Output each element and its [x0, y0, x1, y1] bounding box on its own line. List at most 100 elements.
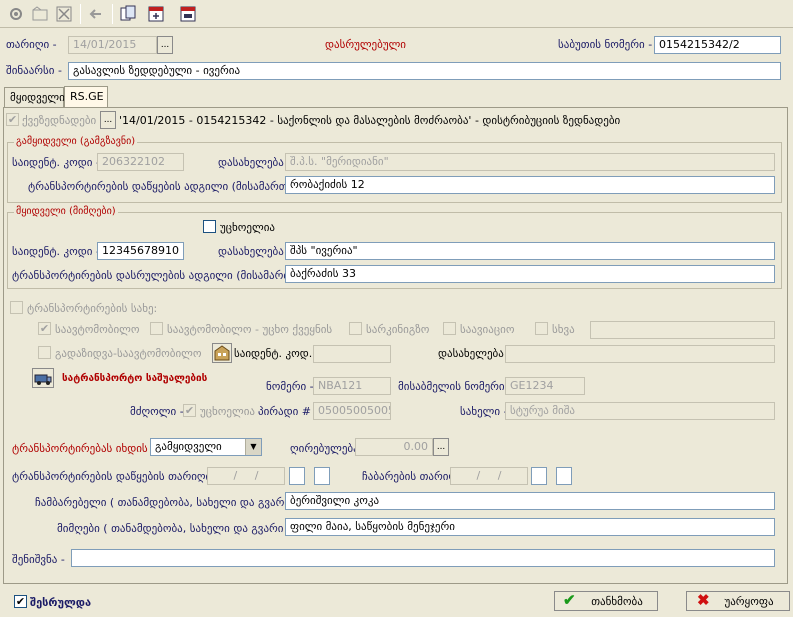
- waybill-checkbox[interactable]: ✔: [6, 113, 19, 126]
- seller-name-label: დასახელება -: [218, 156, 292, 169]
- vehicle-title: სატრანსპორტო საშუალების: [62, 373, 208, 384]
- handed-label: ჩამბარებელი ( თანამდებობა, სახელი და გვა…: [35, 496, 306, 509]
- opt-rail-checkbox[interactable]: [349, 322, 362, 335]
- trailer-name-field: [505, 345, 775, 363]
- add-document-icon[interactable]: [146, 4, 166, 24]
- opt-auto-foreign-checkbox[interactable]: [150, 322, 163, 335]
- received-field[interactable]: ფილი მაია, საწყობის მენეჯერი: [285, 518, 775, 536]
- trailer-tax-field: [313, 345, 391, 363]
- transport-type-checkbox[interactable]: [10, 301, 23, 314]
- doc-number-field[interactable]: 0154215342/2: [654, 36, 781, 54]
- trailer-number-field: GE1234: [505, 377, 585, 395]
- waybill-picker-button[interactable]: ...: [100, 111, 116, 129]
- cost-payer-select[interactable]: გამყიდველი ▼: [150, 438, 262, 456]
- chevron-down-icon[interactable]: ▼: [245, 439, 261, 455]
- buyer-foreign-label: უცხოელია: [220, 221, 275, 234]
- cost-picker-button[interactable]: ...: [433, 438, 449, 456]
- opt-other-checkbox[interactable]: [535, 322, 548, 335]
- opt-trailer-label: გადაზიდვა-საავტომობილო: [55, 347, 202, 360]
- cost-field: 0.00: [355, 438, 433, 456]
- buyer-foreign-checkbox[interactable]: [203, 220, 216, 233]
- check-icon: ✔: [563, 592, 576, 609]
- personal-no-label: პირადი # -: [258, 405, 319, 418]
- open-folder-icon[interactable]: [30, 4, 50, 24]
- ok-button-label: თანხმობა: [591, 596, 643, 608]
- driver-name-field: სტურუა მიშა: [505, 402, 775, 420]
- done-checkbox[interactable]: ✔: [14, 595, 27, 608]
- cost-payer-value: გამყიდველი: [155, 440, 222, 453]
- date-label: თარიღი -: [6, 38, 57, 51]
- opt-air-label: საავიაციო: [460, 323, 515, 336]
- received-label: მიმღები ( თანამდებობა, სახელი და გვარი )…: [57, 522, 299, 535]
- opt-other-field: [590, 321, 775, 339]
- copy-document-icon[interactable]: [118, 4, 138, 24]
- opt-auto-label: საავტომობილო: [55, 323, 140, 336]
- status-text: დასრულებული: [325, 38, 406, 51]
- buyer-name-label: დასახელება -: [218, 245, 292, 258]
- ok-button[interactable]: ✔ თანხმობა: [554, 591, 658, 611]
- cancel-button-label: უარყოფა: [724, 596, 774, 608]
- delivery-hour-field[interactable]: [531, 467, 547, 485]
- vehicle-number-label: ნომერი -: [266, 380, 314, 393]
- trailer-name-label: დასახელება -: [438, 347, 512, 360]
- close-icon: ✖: [697, 592, 710, 609]
- start-date-field: / /: [207, 467, 285, 485]
- done-label: შესრულდა: [30, 596, 92, 609]
- buyer-group-title: მყიდველი (მიმღები): [14, 206, 118, 217]
- print-document-icon[interactable]: [178, 4, 198, 24]
- seller-tax-label: საიდენტ. კოდი -: [12, 156, 100, 169]
- opt-other-label: სხვა: [552, 323, 575, 336]
- cost-payer-label: ტრანსპორტირებას იხდის -: [12, 442, 156, 455]
- note-field[interactable]: გასავლის ზედდებული - ივერია: [68, 62, 781, 80]
- building-icon[interactable]: [212, 343, 232, 363]
- remark-label: შენიშვნა -: [12, 553, 65, 566]
- tab-rsge[interactable]: RS.GE: [64, 86, 108, 108]
- buyer-address-field[interactable]: ბაქრაძის 33: [285, 265, 775, 283]
- delete-icon[interactable]: [54, 4, 74, 24]
- opt-air-checkbox[interactable]: [443, 322, 456, 335]
- note-label: შინაარსი -: [6, 64, 62, 77]
- buyer-address-label: ტრანსპორტირების დასრულების ადგილი (მისამ…: [12, 269, 310, 282]
- seller-group-title: გამყიდველი (გამგზავნი): [14, 136, 138, 147]
- start-hour-field[interactable]: [289, 467, 305, 485]
- waybill-checkbox-label: ქვეზედნადები: [22, 114, 97, 127]
- seller-name-field: შ.პ.ს. "მერიდიანი": [285, 153, 775, 171]
- trailer-tax-label: საიდენტ. კოდ...: [234, 347, 320, 360]
- opt-auto-foreign-label: საავტომობილო - უცხო ქვეყნის: [167, 323, 333, 336]
- seller-address-field[interactable]: რობაქიძის 12: [285, 176, 775, 194]
- driver-foreign-label: უცხოელია: [200, 405, 255, 418]
- personal-no-field: 05005005005: [313, 402, 391, 420]
- toolbar: [0, 0, 793, 28]
- driver-label: მძღოლი -: [130, 405, 184, 418]
- vehicle-icon[interactable]: [32, 368, 54, 388]
- transport-type-label: ტრანსპორტირების სახე:: [27, 302, 158, 315]
- seller-address-label: ტრანსპორტირების დაწყების ადგილი (მისამარ…: [28, 180, 306, 193]
- date-field: 14/01/2015: [68, 36, 157, 54]
- opt-auto-checkbox[interactable]: ✔: [38, 322, 51, 335]
- tab-buyer[interactable]: მყიდველი: [4, 87, 65, 107]
- seller-tax-field: 206322102: [97, 153, 184, 171]
- waybill-text: '14/01/2015 - 0154215342 - საქონლის და მ…: [119, 114, 621, 127]
- handed-field[interactable]: ბერიშვილი კოკა: [285, 492, 775, 510]
- start-date-label: ტრანსპორტირების დაწყების თარიღი -: [12, 470, 219, 483]
- toolbar-separator: [112, 4, 113, 24]
- buyer-tax-label: საიდენტ. კოდი -: [12, 245, 100, 258]
- trailer-number-label: მისაბმელის ნომერი -: [398, 380, 513, 393]
- driver-name-label: სახელი -: [460, 405, 508, 418]
- vehicle-number-field: NBA121: [313, 377, 391, 395]
- delivery-date-field: / /: [450, 467, 528, 485]
- opt-trailer-checkbox[interactable]: [38, 346, 51, 359]
- start-minute-field[interactable]: [314, 467, 330, 485]
- date-picker-button[interactable]: ...: [157, 36, 173, 54]
- toolbar-separator: [80, 4, 81, 24]
- buyer-name-field[interactable]: შპს "ივერია": [285, 242, 775, 260]
- driver-foreign-checkbox[interactable]: ✔: [183, 404, 196, 417]
- remark-field[interactable]: [71, 549, 775, 567]
- back-arrow-icon[interactable]: [86, 4, 106, 24]
- buyer-tax-field[interactable]: 12345678910: [97, 242, 184, 260]
- cancel-button[interactable]: ✖ უარყოფა: [686, 591, 790, 611]
- delivery-minute-field[interactable]: [556, 467, 572, 485]
- opt-rail-label: სარკინიგზო: [366, 323, 430, 336]
- doc-number-label: საბუთის ნომერი -: [558, 38, 653, 51]
- gear-icon[interactable]: [6, 4, 26, 24]
